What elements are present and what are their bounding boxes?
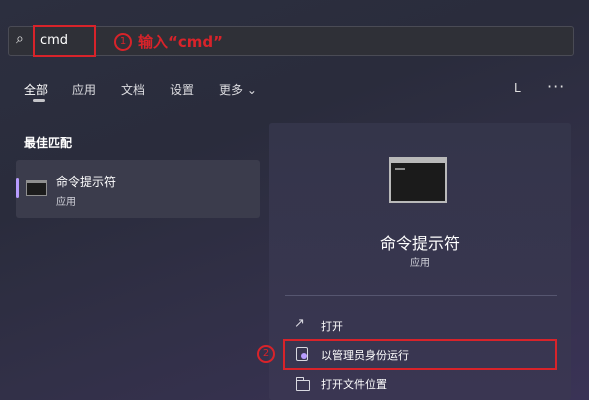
best-match-item[interactable] xyxy=(16,160,260,218)
tab-active-indicator xyxy=(33,99,45,102)
shield-icon xyxy=(296,347,308,361)
tab-documents[interactable]: 文档 xyxy=(121,81,145,98)
tab-settings[interactable]: 设置 xyxy=(170,81,194,98)
open-icon: ↗ xyxy=(294,316,305,331)
tab-all[interactable]: 全部 xyxy=(24,81,48,98)
annotation-step-1: 1 xyxy=(114,33,132,51)
selection-indicator xyxy=(16,178,19,198)
best-match-name: 命令提示符 xyxy=(56,175,117,189)
command-prompt-large-icon xyxy=(389,157,447,203)
more-options-icon[interactable]: ··· xyxy=(547,77,565,96)
search-icon: ⌕ xyxy=(16,31,24,47)
details-divider xyxy=(285,295,557,296)
command-prompt-icon xyxy=(26,180,47,196)
tab-apps[interactable]: 应用 xyxy=(72,81,96,98)
action-run-as-administrator[interactable]: 以管理员身份运行 xyxy=(321,347,409,363)
details-app-name: 命令提示符 xyxy=(379,234,460,253)
annotation-highlight-search xyxy=(33,25,96,57)
folder-icon xyxy=(296,377,310,391)
user-avatar[interactable]: L xyxy=(514,81,521,95)
annotation-step-2: 2 xyxy=(257,345,275,363)
details-app-type: 应用 xyxy=(410,258,430,269)
action-open-file-location[interactable]: 打开文件位置 xyxy=(321,376,387,392)
tab-more[interactable]: 更多 ⌄ xyxy=(219,81,257,98)
best-match-type: 应用 xyxy=(56,197,76,208)
best-match-heading: 最佳匹配 xyxy=(24,136,73,150)
action-open[interactable]: 打开 xyxy=(321,318,343,334)
annotation-step-1-text: 输入“cmd” xyxy=(138,33,223,51)
